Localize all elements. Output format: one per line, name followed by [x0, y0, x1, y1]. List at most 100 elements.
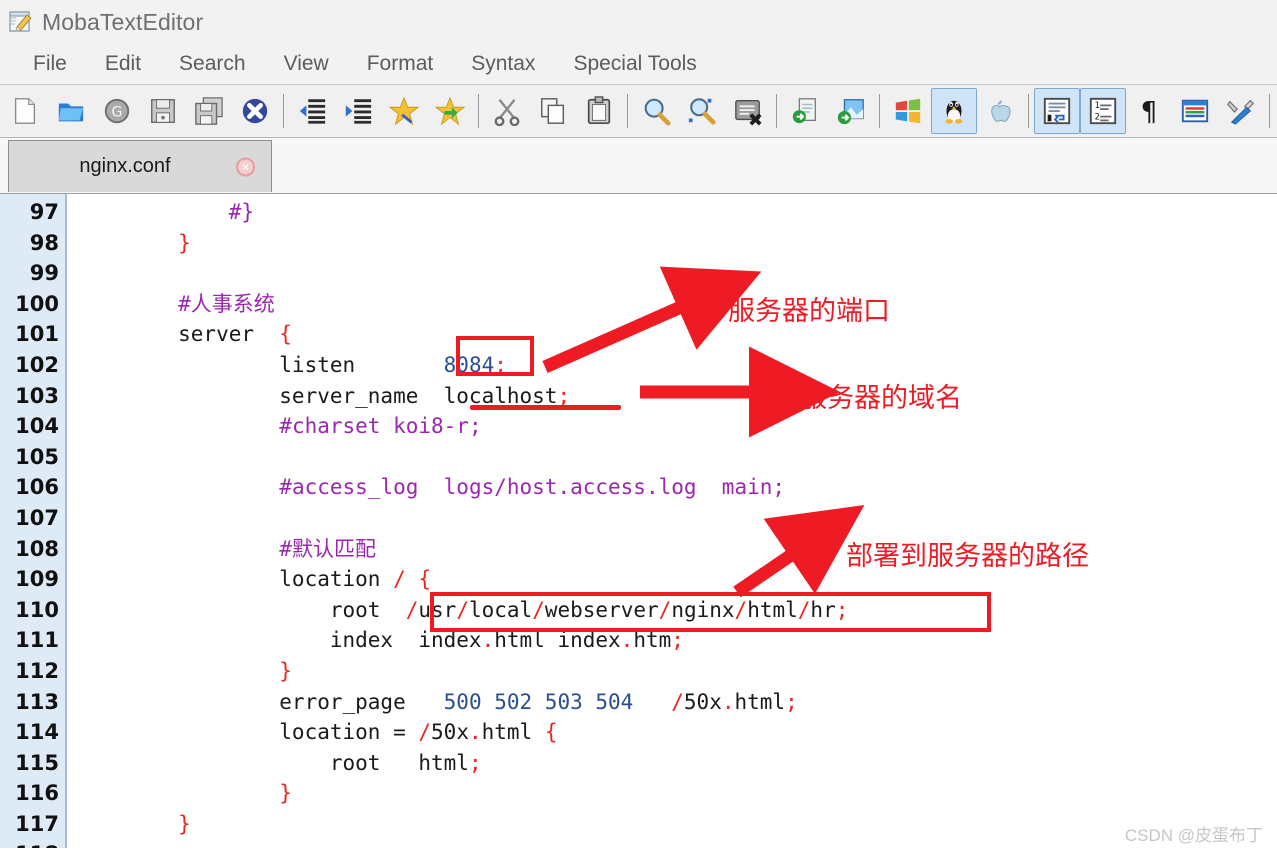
find-icon[interactable] — [633, 88, 679, 134]
app-title: MobaTextEditor — [42, 8, 204, 35]
code-token-plain: 50x — [683, 689, 722, 714]
code-line[interactable]: } — [67, 228, 1277, 259]
code-token-comment: #人事系统 — [178, 291, 275, 316]
code-token-slash: / — [734, 597, 748, 622]
code-line[interactable]: listen 8084; — [67, 350, 1277, 381]
code-line[interactable]: root /usr/local/webserver/nginx/html/hr; — [67, 595, 1277, 626]
toolbar-separator — [1028, 94, 1029, 128]
app-window: MobaTextEditor File Edit Search View Format S… — [0, 0, 1277, 858]
cut-icon[interactable] — [484, 88, 530, 134]
line-number: 111 — [15, 628, 59, 653]
export-image-icon[interactable] — [828, 88, 874, 134]
word-wrap-icon[interactable] — [1034, 88, 1080, 134]
code-line[interactable]: location / { — [67, 564, 1277, 595]
toolbar-separator — [627, 94, 628, 128]
code-token-plain: htm — [633, 628, 672, 653]
code-token-punct: . — [620, 628, 634, 653]
code-token-plain: index index — [77, 628, 482, 653]
code-line[interactable] — [67, 503, 1277, 534]
mac-format-icon[interactable] — [977, 88, 1023, 134]
toolbar-separator — [879, 94, 880, 128]
line-number: 101 — [15, 322, 59, 347]
menu-item-edit[interactable]: Edit — [86, 50, 160, 78]
code-line[interactable]: #access_log logs/host.access.log main; — [67, 472, 1277, 503]
code-token-brace: { — [418, 567, 432, 592]
code-editor[interactable]: 97 98 99 100 101 102 103 104 105 106 107 108 109 110 1… — [0, 194, 1277, 848]
code-token-brace: } — [178, 230, 191, 255]
code-line[interactable]: server { — [67, 319, 1277, 350]
bookmark-icon[interactable] — [381, 88, 427, 134]
code-token-brace: { — [279, 322, 292, 347]
code-line[interactable]: index index.html index.htm; — [67, 625, 1277, 656]
code-line[interactable]: #charset koi8-r; — [67, 411, 1277, 442]
copy-icon[interactable] — [530, 88, 576, 134]
code-line[interactable] — [67, 258, 1277, 289]
menu-item-file[interactable]: File — [14, 50, 86, 78]
windows-format-icon[interactable] — [885, 88, 931, 134]
code-line[interactable] — [67, 442, 1277, 473]
tab-nginx-conf[interactable]: nginx.conf × — [8, 140, 272, 192]
clear-marks-icon[interactable] — [725, 88, 771, 134]
code-token-brace: } — [279, 658, 292, 683]
watermark: CSDN @皮蛋布丁 — [1124, 826, 1263, 845]
toolbar-separator — [283, 94, 284, 128]
close-file-icon[interactable] — [232, 88, 278, 134]
save-icon[interactable] — [140, 88, 186, 134]
line-number: 103 — [15, 383, 59, 408]
code-token-plain: server — [77, 322, 280, 347]
line-number: 100 — [15, 291, 59, 316]
code-line[interactable]: } — [67, 656, 1277, 687]
code-line[interactable]: error_page 500 502 503 504 /50x.html; — [67, 687, 1277, 718]
linux-format-icon[interactable] — [931, 88, 977, 134]
code-token-slash: / — [658, 597, 672, 622]
code-line[interactable]: } — [67, 809, 1277, 840]
bookmark-next-icon[interactable] — [427, 88, 473, 134]
code-token-plain: nginx — [671, 597, 735, 622]
code-token-plain: html — [481, 720, 545, 745]
code-token-plain: root html — [77, 750, 469, 775]
reload-icon[interactable]: G — [94, 88, 140, 134]
line-number: 109 — [15, 567, 59, 592]
line-number: 110 — [15, 597, 59, 622]
code-token-plain: error_page — [77, 689, 444, 714]
indent-icon[interactable] — [335, 88, 381, 134]
code-line[interactable]: } — [67, 778, 1277, 809]
code-line[interactable]: #默认匹配 — [67, 534, 1277, 565]
find-replace-icon[interactable] — [679, 88, 725, 134]
code-token-slash: / — [393, 567, 406, 592]
code-token-comment: #charset koi8-r; — [279, 414, 482, 439]
code-token-num: 8084 — [443, 352, 495, 377]
code-line[interactable]: root html; — [67, 748, 1277, 779]
menu-item-view[interactable]: View — [265, 50, 348, 78]
menu-item-search[interactable]: Search — [160, 50, 265, 78]
line-numbers-icon[interactable]: 12 — [1080, 88, 1126, 134]
code-area[interactable]: #} } #人事系统 server { listen 8084; server_… — [67, 194, 1277, 848]
close-icon[interactable]: × — [236, 157, 255, 176]
toolbar-separator — [776, 94, 777, 128]
outdent-icon[interactable] — [289, 88, 335, 134]
paste-icon[interactable] — [576, 88, 622, 134]
code-line[interactable]: #} — [67, 197, 1277, 228]
menu-item-format[interactable]: Format — [348, 50, 453, 78]
new-file-icon[interactable] — [2, 88, 48, 134]
menu-item-syntax[interactable]: Syntax — [452, 50, 554, 78]
show-pilcrow-icon[interactable]: ¶ — [1126, 88, 1172, 134]
syntax-colors-icon[interactable] — [1172, 88, 1218, 134]
code-line[interactable] — [67, 839, 1277, 848]
export-document-icon[interactable] — [782, 88, 828, 134]
menu-item-special-tools[interactable]: Special Tools — [554, 50, 715, 78]
code-line[interactable]: #人事系统 — [67, 289, 1277, 320]
code-line[interactable]: location = /50x.html { — [67, 717, 1277, 748]
settings-tools-icon[interactable] — [1218, 88, 1264, 134]
code-token-num: 500 502 503 504 — [443, 689, 634, 714]
save-all-icon[interactable] — [186, 88, 232, 134]
code-token-punct: ; — [468, 750, 482, 775]
open-folder-icon[interactable] — [48, 88, 94, 134]
toolbar-separator — [478, 94, 479, 128]
code-line[interactable]: server_name localhost; — [67, 381, 1277, 412]
